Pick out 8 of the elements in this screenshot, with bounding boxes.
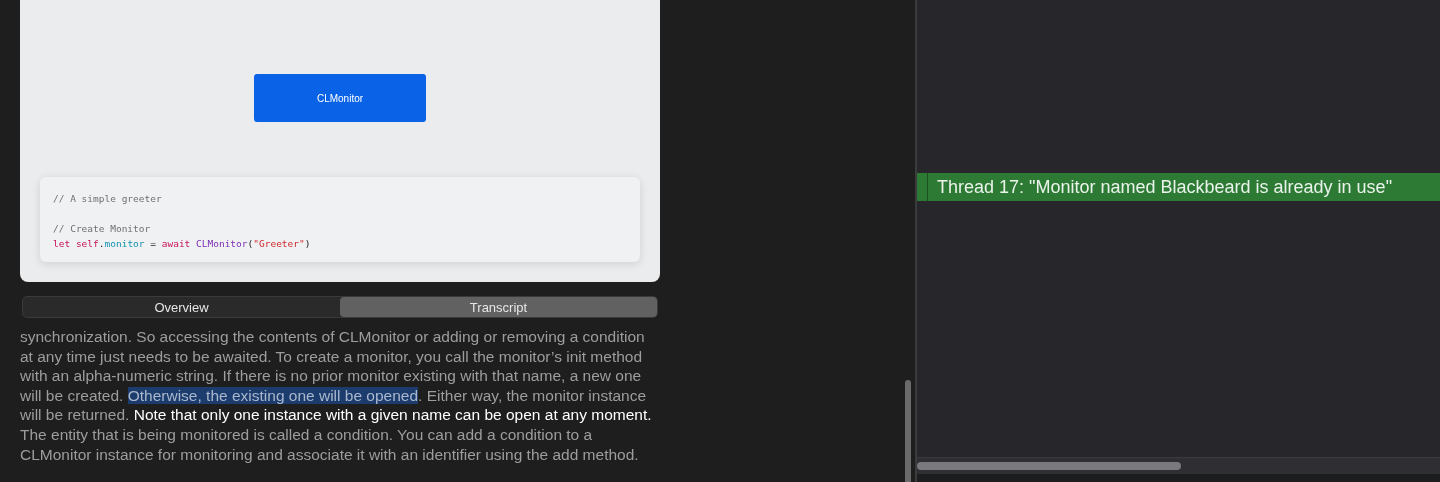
segment-tab[interactable]: Overview xyxy=(23,297,340,317)
clmonitor-button[interactable]: CLMonitor xyxy=(254,74,426,122)
vertical-scrollbar[interactable] xyxy=(905,380,911,482)
thread-message: Thread 17: "Monitor named Blackbeard is already in use" xyxy=(937,176,1393,198)
code-block: // A simple greeter // Create Monitor let self.monitor = await CLMonitor("Greeter") xyxy=(40,177,640,262)
segment-tab[interactable]: Transcript xyxy=(340,297,657,317)
transcript-text: synchronization. So accessing the contents of CLMonitor or adding or removing a condition at any time just needs to be awaited. To create a monitor, you call the monitor’s init method with an alpha-numeric string. If there is no prior monitor existing with that name, a new one will be created. Otherwise, the existing one will be opened. Either way, the monitor instance will be returned. Note that only one instance with a given name can be open at any moment. The entity that is being monitored is called a condition. You can add a condition to a CLMonitor instance for monitoring and associate it with an identifier using the add method. xyxy=(20,327,652,465)
horizontal-scrollbar[interactable] xyxy=(917,462,1181,470)
